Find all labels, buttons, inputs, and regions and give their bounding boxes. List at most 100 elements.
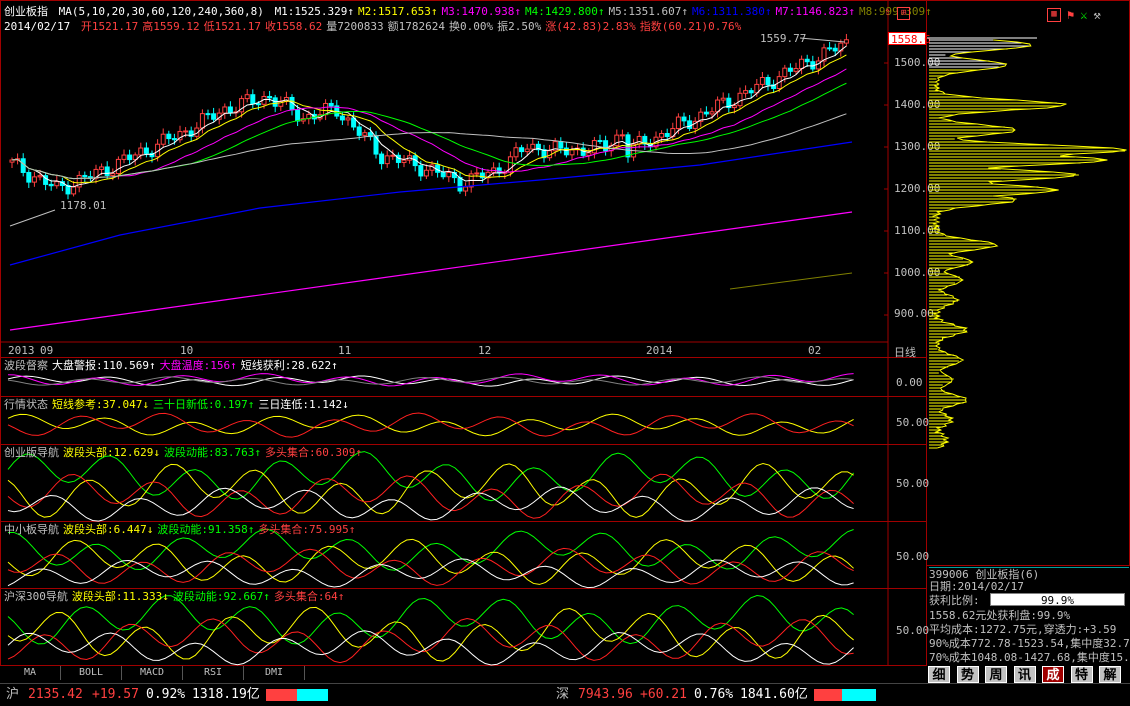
ma-240-line xyxy=(9,141,853,266)
moving-average-line xyxy=(11,82,847,180)
candle-body xyxy=(843,39,849,44)
right-tab-5[interactable]: 成 xyxy=(1042,666,1064,683)
candle-body xyxy=(20,158,26,173)
candle-body xyxy=(244,94,250,100)
indicator-line xyxy=(7,463,854,518)
price-tick: 1500.00 xyxy=(894,56,941,69)
candle-body xyxy=(709,111,715,115)
chip-line-3: 90%成本772.78-1523.54,集中度32.7 xyxy=(929,637,1130,650)
indicator-value: 多头集合:64↑ xyxy=(273,590,345,603)
indicator-line xyxy=(7,376,854,386)
right-tab-4[interactable]: 讯 xyxy=(1013,666,1036,683)
candle-body xyxy=(115,158,121,175)
indicator-tick: 50.00 xyxy=(896,624,930,637)
right-tab-7[interactable]: 解 xyxy=(1099,666,1121,683)
up-arrow-icon[interactable]: ⇧ xyxy=(884,5,891,18)
grid-icon[interactable]: ▦ xyxy=(1047,8,1061,22)
candle-body xyxy=(619,134,625,137)
indicator-tab-dmi[interactable]: DMI xyxy=(244,666,305,680)
candle-body xyxy=(832,47,838,52)
quote-date: 2014/02/17 xyxy=(4,20,71,33)
right-tab-6[interactable]: 特 xyxy=(1070,666,1093,683)
wrench-icon[interactable]: ⚒ xyxy=(1093,8,1100,22)
candle-body xyxy=(659,133,665,138)
candle-body xyxy=(558,141,564,149)
candle-body xyxy=(681,116,687,122)
high-marker-line xyxy=(799,37,846,43)
quote-header: 2014/02/17 开1521.17 高1559.12 低1521.17 收1558… xyxy=(4,20,749,34)
chart-toolbar: ⇧ ⊞ xyxy=(884,5,911,20)
flag-icon[interactable]: ⚑ xyxy=(1067,8,1074,22)
right-tab-2[interactable]: 势 xyxy=(956,666,979,683)
candle-body xyxy=(71,186,77,195)
price-candlestick-chart[interactable] xyxy=(0,0,930,666)
candle-body xyxy=(731,105,737,109)
candle-body xyxy=(519,147,525,153)
price-tick: 1100.00 xyxy=(894,224,941,237)
indicator-panel-title: 波段督察 xyxy=(4,359,48,372)
candle-body xyxy=(687,120,693,129)
low-price-label: 1178.01 xyxy=(60,199,107,212)
chip-code: 399006 创业板指(6) xyxy=(929,567,1129,581)
indicator-panel-header: 创业版导航 波段头部:12.629↓ 波段动能:83.763↑ 多头集合:60.309… xyxy=(4,446,366,460)
chip-line-4: 70%成本1048.08-1427.68,集中度15.3 xyxy=(929,651,1130,664)
candle-body xyxy=(614,134,620,147)
candle-body xyxy=(267,95,273,99)
candle-body xyxy=(328,102,334,107)
tool-icon[interactable]: ⚔ xyxy=(1080,8,1087,22)
indicator-value: 波段头部:11.333↓ xyxy=(71,590,169,603)
current-price-tag: 1558.6 xyxy=(888,32,931,46)
quote-value-6: 额1782624 xyxy=(387,20,446,33)
indicator-panel-header: 波段督察 大盘警报:110.569↑ 大盘温度:156↑ 短线获利:28.622↑ xyxy=(4,359,342,373)
sz-label: 深 xyxy=(556,687,570,702)
candle-body xyxy=(463,186,469,192)
candle-body xyxy=(339,115,345,121)
chip-panel-toolbar: ▦ ⚑ ⚔ ⚒ xyxy=(1047,8,1101,22)
candle-body xyxy=(99,166,105,170)
indicator-tab-boll[interactable]: BOLL xyxy=(61,666,122,680)
candle-body xyxy=(295,109,301,122)
ma-value-4: M4:1429.800↑ xyxy=(525,5,605,18)
candle-body xyxy=(48,183,54,187)
ma-8-line xyxy=(729,272,853,290)
indicator-panel-title: 中小板导航 xyxy=(4,523,59,536)
high-price-label: 1559.77 xyxy=(760,32,807,45)
right-tab-3[interactable]: 周 xyxy=(985,666,1007,683)
date-tick: 02 xyxy=(808,344,822,357)
sh-change: +19.57 xyxy=(92,687,139,702)
sh-amount: 1318.19亿 xyxy=(192,687,260,702)
candle-body xyxy=(815,60,821,70)
candle-body xyxy=(737,92,743,107)
price-tick: 1200.00 xyxy=(894,182,941,195)
quote-value-7: 换0.00% xyxy=(449,20,494,33)
indicator-tab-ma[interactable]: MA xyxy=(0,666,61,680)
candle-body xyxy=(384,155,390,165)
indicator-tab-macd[interactable]: MACD xyxy=(122,666,183,680)
moving-average-line xyxy=(11,113,847,180)
ma-value-3: M3:1470.938↑ xyxy=(441,5,522,18)
candle-body xyxy=(715,99,721,113)
candle-body xyxy=(401,159,407,163)
indicator-value: 波段动能:92.667↑ xyxy=(172,590,270,603)
sh-index[interactable]: 2135.42 xyxy=(28,684,83,706)
candle-body xyxy=(143,147,149,154)
right-tab-1[interactable]: 细 xyxy=(928,666,950,683)
moving-average-line xyxy=(11,54,847,184)
candle-body xyxy=(222,106,228,114)
sz-amount: 1841.60亿 xyxy=(740,687,808,702)
indicator-panel-title: 行情状态 xyxy=(4,398,48,411)
price-tick: 1300.00 xyxy=(894,140,941,153)
sz-index[interactable]: 7943.96 xyxy=(578,684,633,706)
price-tick: 1000.00 xyxy=(894,266,941,279)
candle-body xyxy=(530,143,536,150)
quote-value-5: 量7200833 xyxy=(326,20,384,33)
close-chart-icon[interactable]: ⊞ xyxy=(897,7,911,20)
candle-body xyxy=(418,165,424,177)
indicator-line xyxy=(7,373,854,387)
ma-value-6: M6:1311.380↑ xyxy=(691,5,772,18)
candle-body xyxy=(787,67,793,72)
period-label: 日线 xyxy=(894,346,916,359)
candle-body xyxy=(827,47,833,50)
indicator-tab-rsi[interactable]: RSI xyxy=(183,666,244,680)
candle-body xyxy=(799,58,805,70)
